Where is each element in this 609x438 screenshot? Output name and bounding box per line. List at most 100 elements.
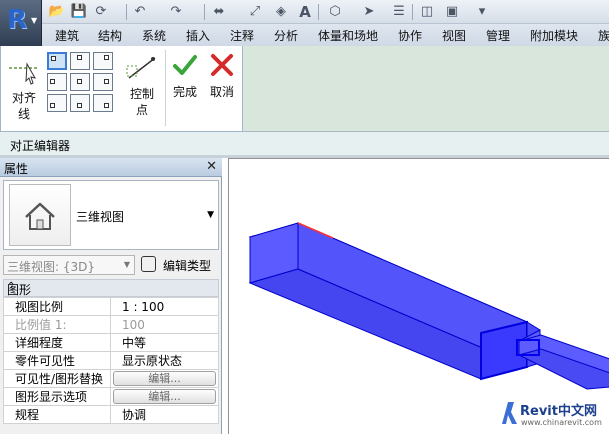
dimension-icon[interactable]: ⤢ <box>246 3 264 21</box>
redo-icon[interactable]: ↷ <box>167 3 185 21</box>
align-line-label-1: 对齐 <box>11 91 36 105</box>
property-key: 视图比例 <box>3 297 111 316</box>
watermark-brand: Revit中文网 <box>520 404 597 419</box>
table-row: 视图比例 1 : 100 <box>3 297 219 316</box>
justification-panel: 对齐 线 控制 点 完成 取消 <box>0 46 243 132</box>
justify-bottom-left[interactable] <box>47 94 67 112</box>
collapse-icon[interactable]: ⌃ <box>7 281 213 292</box>
measure-icon[interactable]: ⬌ <box>210 3 228 21</box>
view-selector-value: 三维视图: {3D} <box>7 260 96 274</box>
tab-family[interactable]: 族 <box>598 27 609 44</box>
ribbon: 对齐 线 控制 点 完成 取消 <box>0 46 609 132</box>
property-key: 比例值 1: <box>3 315 111 334</box>
edit-display-options-button[interactable]: 编辑... <box>113 389 216 404</box>
control-point-label-2: 点 <box>135 103 148 117</box>
customize-icon[interactable]: ▾ <box>473 3 491 21</box>
justify-bottom-center[interactable] <box>70 94 90 112</box>
control-point-button[interactable]: 控制 点 <box>123 50 161 126</box>
justify-top-center[interactable] <box>70 52 90 70</box>
application-menu-button[interactable]: R ▼ <box>0 0 42 46</box>
watermark-logo: Revit中文网 www.chinarevit.com <box>500 398 606 430</box>
revit-r-icon <box>502 402 517 424</box>
control-point-icon <box>126 57 156 79</box>
thin-lines-icon[interactable]: ☰ <box>390 3 408 21</box>
toolbar-separator <box>318 4 319 20</box>
justify-middle-left[interactable] <box>47 73 67 91</box>
duct-model[interactable] <box>229 159 609 435</box>
justify-top-left[interactable] <box>47 52 67 70</box>
open-icon[interactable]: 📂 <box>48 3 66 21</box>
type-name: 三维视图 <box>76 210 125 224</box>
tab-architecture[interactable]: 建筑 <box>55 27 79 44</box>
section-icon[interactable]: ➤ <box>360 3 378 21</box>
property-value[interactable]: 中等 <box>110 333 219 352</box>
watermark-url: www.chinarevit.com <box>521 418 602 427</box>
properties-palette: 属性 ✕ 三维视图 ▼ 三维视图: {3D} ▼ 编辑类型 图形 ⌃ 视图比例 1… <box>0 158 222 434</box>
property-key: 零件可见性 <box>3 351 111 370</box>
checkmark-icon <box>173 55 197 75</box>
tab-manage[interactable]: 管理 <box>486 27 510 44</box>
toolbar-separator <box>204 4 205 20</box>
property-key: 详细程度 <box>3 333 111 352</box>
cancel-button[interactable]: 取消 <box>205 50 239 110</box>
table-row: 零件可见性 显示原状态 <box>3 351 219 370</box>
3d-viewport[interactable] <box>228 158 609 434</box>
edit-type-icon <box>141 256 156 272</box>
edit-visibility-button[interactable]: 编辑... <box>113 371 216 386</box>
property-value: 100 <box>110 315 219 334</box>
tab-analyze[interactable]: 分析 <box>274 27 298 44</box>
cross-icon <box>211 54 233 76</box>
table-row: 详细程度 中等 <box>3 333 219 352</box>
justify-center[interactable] <box>70 73 90 91</box>
justify-top-right[interactable] <box>93 52 113 70</box>
align-line-button[interactable]: 对齐 线 <box>5 50 43 126</box>
sync-icon[interactable]: ⟳ <box>92 3 110 21</box>
panel-divider <box>165 50 166 126</box>
tab-systems[interactable]: 系统 <box>142 27 166 44</box>
tab-add-ins[interactable]: 附加模块 <box>530 27 578 44</box>
group-header-graphics[interactable]: 图形 ⌃ <box>3 279 219 297</box>
close-windows-icon[interactable]: ◫ <box>418 3 436 21</box>
chevron-down-icon: ▼ <box>123 260 130 269</box>
context-title-bar: 对正编辑器 <box>0 132 609 156</box>
property-key: 规程 <box>3 405 111 424</box>
chevron-down-icon[interactable]: ▼ <box>207 210 214 220</box>
close-icon[interactable]: ✕ <box>206 159 217 174</box>
undo-icon[interactable]: ↶ <box>131 3 149 21</box>
finish-button[interactable]: 完成 <box>169 50 201 110</box>
properties-table: 视图比例 1 : 100 比例值 1: 100 详细程度 中等 零件可见性 显示原状态 … <box>3 297 219 424</box>
align-line-icon <box>9 62 39 85</box>
tab-collaborate[interactable]: 协作 <box>398 27 422 44</box>
property-key: 图形显示选项 <box>3 387 111 406</box>
house-icon <box>9 184 71 246</box>
edit-type-button[interactable]: 编辑类型 <box>141 255 219 275</box>
property-key: 可见性/图形替换 <box>3 369 111 388</box>
revit-logo-icon: R <box>7 5 28 35</box>
text-icon[interactable]: A <box>296 3 314 21</box>
type-selector[interactable]: 三维视图 ▼ <box>3 180 219 250</box>
ribbon-tabs: 建筑 结构 系统 插入 注释 分析 体量和场地 协作 视图 管理 附加模块 族 <box>42 24 609 46</box>
3d-view-icon[interactable]: ⬡ <box>326 3 344 21</box>
tab-massing-site[interactable]: 体量和场地 <box>318 27 378 44</box>
property-value[interactable]: 协调 <box>110 405 219 424</box>
save-icon[interactable]: 💾 <box>70 3 88 21</box>
switch-windows-icon[interactable]: ▣ <box>443 3 461 21</box>
property-value[interactable]: 显示原状态 <box>110 351 219 370</box>
tab-structure[interactable]: 结构 <box>98 27 122 44</box>
toolbar-separator <box>126 4 127 20</box>
properties-title-bar[interactable]: 属性 ✕ <box>0 158 222 177</box>
toolbar-separator <box>412 4 413 20</box>
chevron-down-icon: ▼ <box>31 16 38 25</box>
quick-access-toolbar: 📂 💾 ⟳ ↶ ↷ ⬌ ⤢ ◈ A ⬡ ➤ ☰ ◫ ▣ ▾ <box>0 0 609 24</box>
table-row: 比例值 1: 100 <box>3 315 219 334</box>
tab-view[interactable]: 视图 <box>442 27 466 44</box>
tab-insert[interactable]: 插入 <box>186 27 210 44</box>
justify-middle-right[interactable] <box>93 73 113 91</box>
property-value[interactable]: 1 : 100 <box>110 297 219 316</box>
tab-annotate[interactable]: 注释 <box>230 27 254 44</box>
cancel-label: 取消 <box>209 85 234 99</box>
tag-icon[interactable]: ◈ <box>272 3 290 21</box>
justify-bottom-right[interactable] <box>93 94 113 112</box>
view-selector[interactable]: 三维视图: {3D} ▼ <box>3 255 135 275</box>
edit-type-label: 编辑类型 <box>163 259 212 273</box>
